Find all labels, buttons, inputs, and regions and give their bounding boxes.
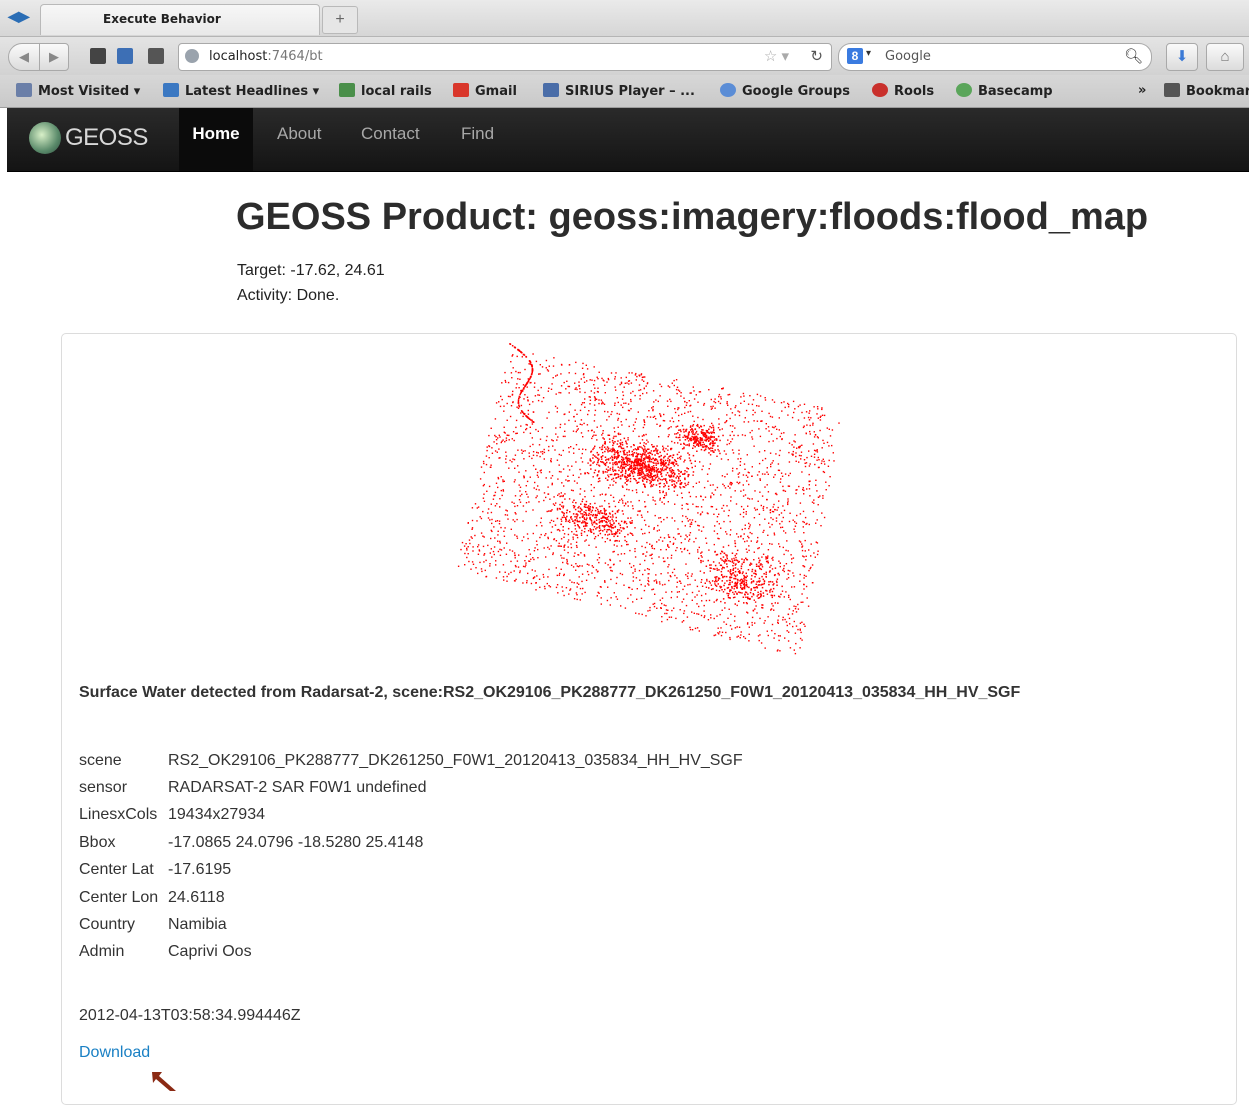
downloads-button[interactable]: ⬇ (1166, 43, 1198, 71)
property-value: RS2_OK29106_PK288777_DK261250_F0W1_20120… (168, 751, 743, 769)
browser-tab[interactable]: Execute Behavior (40, 4, 320, 35)
bookmark-rools[interactable]: Rools (872, 83, 934, 99)
bookmark-latest-headlines[interactable]: Latest Headlines ▾ (163, 83, 319, 99)
table-row: Center Lat -17.6195 (79, 857, 743, 884)
sirius-icon (543, 83, 559, 97)
flood-dots (457, 343, 840, 655)
product-timestamp: 2012-04-13T03:58:34.994446Z (79, 1007, 301, 1024)
bookmark-local-rails[interactable]: local rails (339, 83, 432, 99)
annotation-arrow-icon (152, 1072, 176, 1091)
property-key: sensor (79, 779, 128, 797)
nav-home[interactable]: Home (179, 108, 253, 171)
property-value: Caprivi Oos (168, 943, 252, 961)
property-key: Bbox (79, 833, 116, 851)
product-caption: Surface Water detected from Radarsat-2, … (79, 684, 1021, 701)
bookmark-gmail[interactable]: Gmail (453, 83, 517, 99)
back-arrows-icon[interactable]: ◀▶ (8, 8, 30, 25)
download-link[interactable]: Download (79, 1044, 150, 1062)
gmail-icon (453, 83, 469, 97)
forward-button[interactable]: ▶ (39, 43, 69, 71)
property-key: LinesxCols (79, 806, 158, 824)
reload-icon[interactable]: ↻ (810, 47, 823, 65)
chevron-down-icon[interactable]: ▾ (866, 48, 871, 59)
toolbar-icon-3[interactable] (148, 48, 164, 64)
property-value: 19434x27934 (168, 806, 265, 824)
gear-icon (16, 83, 32, 97)
table-row: scene RS2_OK29106_PK288777_DK261250_F0W1_… (79, 747, 743, 774)
table-row: Country Namibia (79, 911, 743, 938)
activity-text: Activity: Done. (237, 287, 340, 304)
property-key: Center Lon (79, 888, 159, 906)
bookmark-most-visited[interactable]: Most Visited ▾ (16, 83, 140, 99)
chat-icon (720, 83, 736, 97)
globe-logo-icon (29, 122, 61, 154)
bookmarks-menu[interactable]: Bookmar (1164, 83, 1249, 99)
url-bar[interactable]: localhost:7464/bt ☆ ▾ ↻ (178, 43, 832, 71)
search-bar[interactable]: 8 ▾ Google 🔍︎ (838, 43, 1152, 71)
nav-about[interactable]: About (277, 108, 321, 171)
property-value: -17.0865 24.0796 -18.5280 25.4148 (168, 833, 424, 851)
navigation-toolbar: ◀ ▶ localhost:7464/bt ☆ ▾ ↻ 8 ▾ Google 🔍… (0, 37, 1249, 75)
search-icon[interactable]: 🔍︎ (1124, 47, 1143, 65)
globe-icon (185, 49, 199, 63)
bookmark-google-groups[interactable]: Google Groups (720, 83, 850, 99)
brand-text: GEOSS (65, 124, 148, 151)
bookmark-sirius-player[interactable]: SIRIUS Player – ... (543, 83, 695, 99)
table-row: LinesxCols 19434x27934 (79, 802, 743, 829)
property-key: Center Lat (79, 861, 154, 879)
back-button[interactable]: ◀ (8, 43, 40, 71)
toolbar-icon-1[interactable] (90, 48, 106, 64)
url-text: localhost:7464/bt (209, 49, 323, 64)
table-row: sensor RADARSAT-2 SAR F0W1 undefined (79, 774, 743, 801)
google-icon[interactable]: 8 (847, 48, 863, 64)
properties-table: scene RS2_OK29106_PK288777_DK261250_F0W1_… (79, 747, 743, 966)
property-key: scene (79, 751, 122, 769)
toolbar-icon-2[interactable] (117, 48, 133, 64)
page-title: GEOSS Product: geoss:imagery:floods:floo… (236, 196, 1149, 238)
site-navbar: GEOSS Home About Contact Find (7, 108, 1249, 172)
table-row: Bbox -17.0865 24.0796 -18.5280 25.4148 (79, 829, 743, 856)
star-icon[interactable]: ☆ ▾ (764, 47, 789, 65)
property-value: RADARSAT-2 SAR F0W1 undefined (168, 779, 427, 797)
search-placeholder: Google (885, 49, 931, 64)
table-row: Center Lon 24.6118 (79, 884, 743, 911)
table-row: Admin Caprivi Oos (79, 939, 743, 966)
home-button[interactable]: ⌂ (1206, 43, 1244, 71)
bookmark-basecamp[interactable]: Basecamp (956, 83, 1053, 99)
new-tab-button[interactable]: + (322, 6, 358, 34)
property-key: Admin (79, 943, 125, 961)
bookmark-star-icon (1164, 83, 1180, 97)
property-value: 24.6118 (168, 888, 225, 906)
bookmarks-overflow-button[interactable]: » (1138, 83, 1146, 98)
rss-icon (163, 83, 179, 97)
property-key: Country (79, 916, 136, 934)
image-icon (339, 83, 355, 97)
flood-map-image (457, 343, 840, 655)
tab-title: Execute Behavior (103, 12, 221, 26)
tab-strip: ◀▶ Execute Behavior + (0, 0, 1249, 37)
nav-contact[interactable]: Contact (361, 108, 420, 171)
property-value: -17.6195 (168, 861, 232, 879)
rools-icon (872, 83, 888, 97)
target-text: Target: -17.62, 24.61 (237, 262, 385, 279)
basecamp-icon (956, 83, 972, 97)
property-value: Namibia (168, 916, 227, 934)
bookmarks-toolbar: Most Visited ▾ Latest Headlines ▾ local … (0, 75, 1249, 108)
nav-find[interactable]: Find (461, 108, 494, 171)
